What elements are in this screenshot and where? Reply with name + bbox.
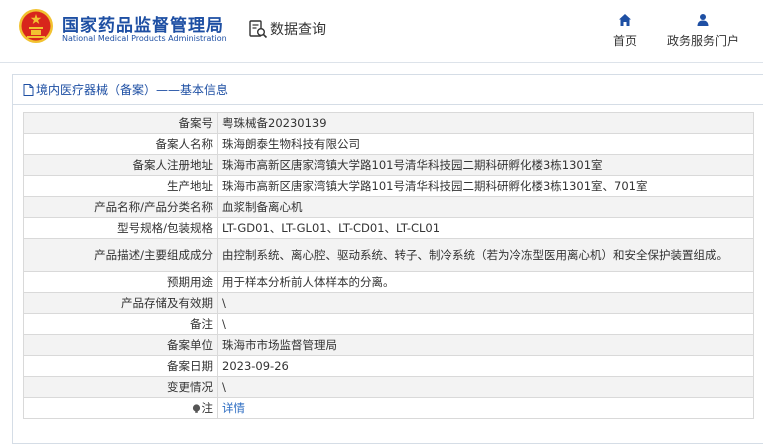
info-panel: 境内医疗器械（备案）——基本信息 备案号 粤珠械备20230139 备案人名称 … <box>12 74 763 444</box>
table-row: 型号规格/包装规格 LT-GD01、LT-GL01、LT-CD01、LT-CL0… <box>23 217 754 239</box>
nav-home-label: 首页 <box>612 34 637 48</box>
row-value: 珠海市市场监督管理局 <box>217 334 754 356</box>
row-label: 备案人注册地址 <box>23 154 218 176</box>
row-value: 血浆制备离心机 <box>217 196 754 218</box>
details-link[interactable]: 详情 <box>222 401 245 415</box>
user-icon <box>697 14 709 26</box>
table-row: 产品存储及有效期 \ <box>23 292 754 314</box>
table-row: 变更情况 \ <box>23 376 754 398</box>
row-label: 备案号 <box>23 112 218 134</box>
row-label: 备案单位 <box>23 334 218 356</box>
row-label: 变更情况 <box>23 376 218 398</box>
row-value: 粤珠械备20230139 <box>217 112 754 134</box>
table-row: 预期用途 用于样本分析前人体样本的分离。 <box>23 271 754 293</box>
row-value: LT-GD01、LT-GL01、LT-CD01、LT-CL01 <box>217 217 754 239</box>
row-value: \ <box>217 292 754 314</box>
site-title: 国家药品监督管理局 <box>62 16 224 36</box>
row-value: 用于样本分析前人体样本的分离。 <box>217 271 754 293</box>
row-label: 备案日期 <box>23 355 218 377</box>
row-value: 2023-09-26 <box>217 355 754 377</box>
row-label: 预期用途 <box>23 271 218 293</box>
home-icon <box>619 14 631 26</box>
header-divider <box>0 62 763 63</box>
table-row: 备注 \ <box>23 313 754 335</box>
data-query-link[interactable]: 数据查询 <box>248 18 326 40</box>
table-row: 生产地址 珠海市高新区唐家湾镇大学路101号清华科技园二期科研孵化楼3栋1301… <box>23 175 754 197</box>
table-row: 备案人注册地址 珠海市高新区唐家湾镇大学路101号清华科技园二期科研孵化楼3栋1… <box>23 154 754 176</box>
emblem-logo <box>19 9 53 43</box>
site-header: 国家药品监督管理局 National Medical Products Admi… <box>0 0 763 60</box>
table-row: 备案人名称 珠海朗泰生物科技有限公司 <box>23 133 754 155</box>
table-row: 备案号 粤珠械备20230139 <box>23 112 754 134</box>
row-value: 珠海市高新区唐家湾镇大学路101号清华科技园二期科研孵化楼3栋1301室、701… <box>217 175 754 197</box>
row-label: 产品名称/产品分类名称 <box>23 196 218 218</box>
panel-header: 境内医疗器械（备案）——基本信息 <box>13 75 763 105</box>
document-search-icon <box>249 20 268 39</box>
table-row: 注 详情 <box>23 397 754 419</box>
nav-home[interactable]: 首页 <box>607 13 643 49</box>
row-value: 由控制系统、离心腔、驱动系统、转子、制冷系统（若为冷冻型医用离心机）和安全保护装… <box>217 238 754 272</box>
row-label: 生产地址 <box>23 175 218 197</box>
nav-service-label: 政务服务门户 <box>666 34 739 48</box>
site-subtitle: National Medical Products Administration <box>62 34 227 43</box>
row-value: \ <box>217 313 754 335</box>
row-value: \ <box>217 376 754 398</box>
note-label-cell: 注 <box>23 397 218 419</box>
data-query-label: 数据查询 <box>270 22 326 38</box>
row-label: 备案人名称 <box>23 133 218 155</box>
document-icon <box>23 83 34 96</box>
row-label: 型号规格/包装规格 <box>23 217 218 239</box>
table-row: 备案单位 珠海市市场监督管理局 <box>23 334 754 356</box>
table-row: 产品名称/产品分类名称 血浆制备离心机 <box>23 196 754 218</box>
row-label: 产品描述/主要组成成分 <box>23 238 218 272</box>
table-row: 备案日期 2023-09-26 <box>23 355 754 377</box>
row-label: 备注 <box>23 313 218 335</box>
note-bulb-icon <box>192 404 200 413</box>
row-value: 详情 <box>217 397 754 419</box>
record-info-table: 备案号 粤珠械备20230139 备案人名称 珠海朗泰生物科技有限公司 备案人注… <box>23 112 754 419</box>
row-value: 珠海朗泰生物科技有限公司 <box>217 133 754 155</box>
panel-title: 境内医疗器械（备案）——基本信息 <box>36 83 229 97</box>
row-label: 注 <box>201 401 214 415</box>
table-row: 产品描述/主要组成成分 由控制系统、离心腔、驱动系统、转子、制冷系统（若为冷冻型… <box>23 238 754 272</box>
nav-service-portal[interactable]: 政务服务门户 <box>660 13 746 49</box>
row-value: 珠海市高新区唐家湾镇大学路101号清华科技园二期科研孵化楼3栋1301室 <box>217 154 754 176</box>
row-label: 产品存储及有效期 <box>23 292 218 314</box>
